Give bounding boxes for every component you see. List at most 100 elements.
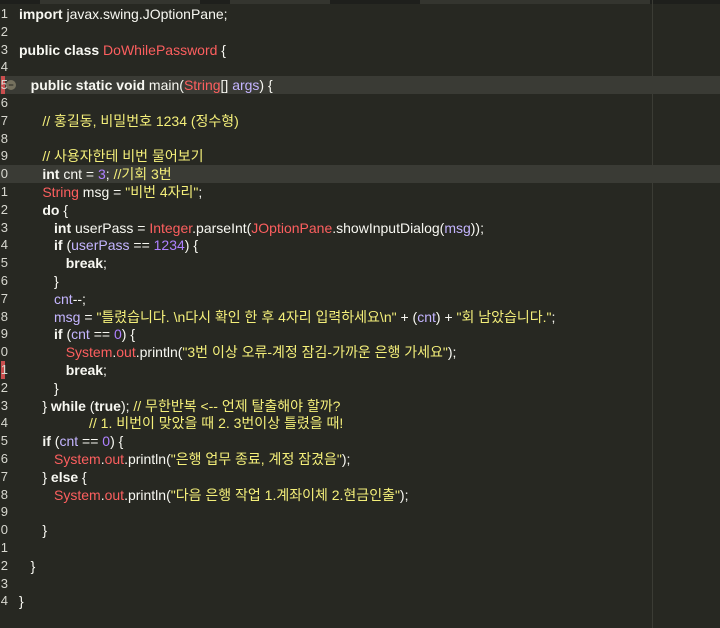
code-token: public class [19, 41, 100, 58]
code-token: ; [551, 308, 556, 325]
code-token: JOptionPane [251, 219, 333, 236]
code-line[interactable]: 0 System.out.println("3번 이상 오류-계정 잠김-가까운… [0, 343, 720, 361]
code-token: while [50, 397, 86, 414]
code-token: )); [470, 219, 484, 236]
code-line[interactable]: 4 [0, 58, 720, 76]
code-line[interactable]: 3 [0, 575, 720, 593]
code-line[interactable]: 1 import javax.swing.JOptionPane; [0, 5, 720, 23]
code-line[interactable]: 9 if (cnt == 0) { [0, 325, 720, 343]
code-line[interactable]: 6 System.out.println("은행 업무 종료, 계정 잠겼음")… [0, 450, 720, 468]
code-token: .showInputDialog( [332, 219, 445, 236]
code-line[interactable]: 2 } [0, 379, 720, 397]
code-token: ( [62, 237, 72, 254]
code-line[interactable]: 8 System.out.println("다음 은행 작업 1.계좌이체 2.… [0, 486, 720, 504]
code-token: out [104, 451, 125, 467]
code-line[interactable]: 6 [0, 94, 720, 112]
code-token: cnt = [59, 166, 98, 183]
code-token: --; [72, 290, 86, 307]
code-token: cnt [71, 326, 90, 343]
code-line[interactable]: 8 msg = "틀렸습니다. \n다시 확인 한 후 4자리 입력하세요\n"… [0, 308, 720, 326]
code-token: "틀렸습니다. \n다시 확인 한 후 4자리 입력하세요\n" [96, 308, 397, 325]
code-token: ) + [435, 308, 457, 325]
code-token: } [19, 522, 48, 539]
tab-strip-edge [0, 0, 720, 4]
code-line[interactable]: 0 } [0, 521, 720, 539]
code-token: //기회 3번 [113, 166, 172, 183]
code-token: cnt [59, 433, 79, 450]
code-line[interactable]: 0 int cnt = 3; //기회 3번 [0, 165, 720, 184]
code-token: ); [120, 397, 134, 414]
code-token: String [183, 77, 221, 94]
code-line[interactable]: 2 do { [0, 201, 720, 219]
code-token: ); [399, 486, 409, 503]
line-number: 5 [0, 433, 8, 449]
code-token: == [89, 326, 114, 343]
line-number: 7 [0, 290, 8, 306]
code-line[interactable]: 3 int userPass = Integer.parseInt(JOptio… [0, 219, 720, 237]
code-token: else [50, 468, 79, 485]
line-code: } [19, 379, 59, 397]
line-code: break; [19, 254, 107, 272]
code-token: public static void [30, 77, 146, 94]
code-token: + ( [396, 308, 418, 325]
code-token: = [80, 308, 97, 325]
code-token: "3번 이상 오류-계정 잠김-가까운 은행 가세요" [182, 344, 448, 361]
line-code: } else { [19, 468, 87, 486]
code-line[interactable]: 9 // 사용자한테 비번 물어보기 [0, 147, 720, 165]
code-line[interactable]: 7 // 홍길동, 비밀번호 1234 (정수형) [0, 112, 720, 130]
code-token: msg [444, 219, 471, 236]
code-token: if [54, 237, 63, 254]
code-token: { [78, 468, 87, 485]
code-token: // 사용자한테 비번 물어보기 [42, 148, 204, 165]
code-token: 1234 [153, 237, 185, 254]
code-line[interactable]: 1 break; [0, 361, 720, 379]
line-code: import javax.swing.JOptionPane; [19, 5, 228, 23]
code-line[interactable]: 4} [0, 592, 720, 610]
line-number: 3 [0, 397, 8, 413]
code-editor[interactable]: 1 import javax.swing.JOptionPane; 2 3 public… [0, 0, 720, 628]
code-token: } [19, 557, 36, 574]
code-token: ) { [259, 77, 273, 94]
code-token: "은행 업무 종료, 계정 잠겼음" [170, 451, 342, 467]
code-token: System [65, 344, 113, 361]
code-token: ); [447, 344, 457, 361]
code-token: if [54, 326, 63, 343]
code-line[interactable]: 5− public static void main(String[] args… [0, 76, 720, 95]
fold-toggle-icon[interactable]: − [6, 80, 16, 91]
code-token: { [217, 41, 226, 58]
line-code: } while (true); // 무한반복 <-- 언제 탈출해야 할까? [19, 397, 340, 415]
line-number: 3 [0, 575, 8, 591]
code-line[interactable]: 1 [0, 539, 720, 557]
code-line[interactable]: 6 } [0, 272, 720, 290]
code-line[interactable]: 1 String msg = "비번 4자리"; [0, 183, 720, 201]
code-token: .parseInt( [192, 219, 252, 236]
code-line[interactable]: 5 break; [0, 254, 720, 272]
code-line[interactable]: 3 } while (true); // 무한반복 <-- 언제 탈출해야 할까… [0, 397, 720, 415]
code-line[interactable]: 9 [0, 503, 720, 521]
code-token: 0 [113, 326, 122, 343]
code-token: args [232, 77, 260, 94]
code-line[interactable]: 3 public class DoWhilePassword { [0, 41, 720, 59]
line-code: cnt--; [19, 290, 86, 308]
code-line[interactable]: 4 if (userPass == 1234) { [0, 236, 720, 254]
code-token: } [19, 468, 51, 485]
line-code: msg = "틀렸습니다. \n다시 확인 한 후 4자리 입력하세요\n" +… [19, 308, 555, 326]
code-line[interactable]: 4 // 1. 비번이 맞았을 때 2. 3번이상 틀렸을 때! [0, 414, 720, 432]
code-line[interactable]: 5 if (cnt == 0) { [0, 432, 720, 450]
code-line[interactable]: 2 [0, 23, 720, 41]
line-code: public class DoWhilePassword { [19, 41, 226, 59]
code-line[interactable]: 7 cnt--; [0, 290, 720, 308]
line-number: 4 [0, 593, 8, 609]
line-number: 6 [0, 451, 8, 466]
line-number: 4 [0, 415, 8, 431]
code-line[interactable]: 7 } else { [0, 468, 720, 486]
code-line[interactable]: 2 } [0, 557, 720, 575]
code-token: break [65, 362, 104, 378]
code-line[interactable]: 8 [0, 130, 720, 148]
line-number: 2 [0, 23, 8, 39]
